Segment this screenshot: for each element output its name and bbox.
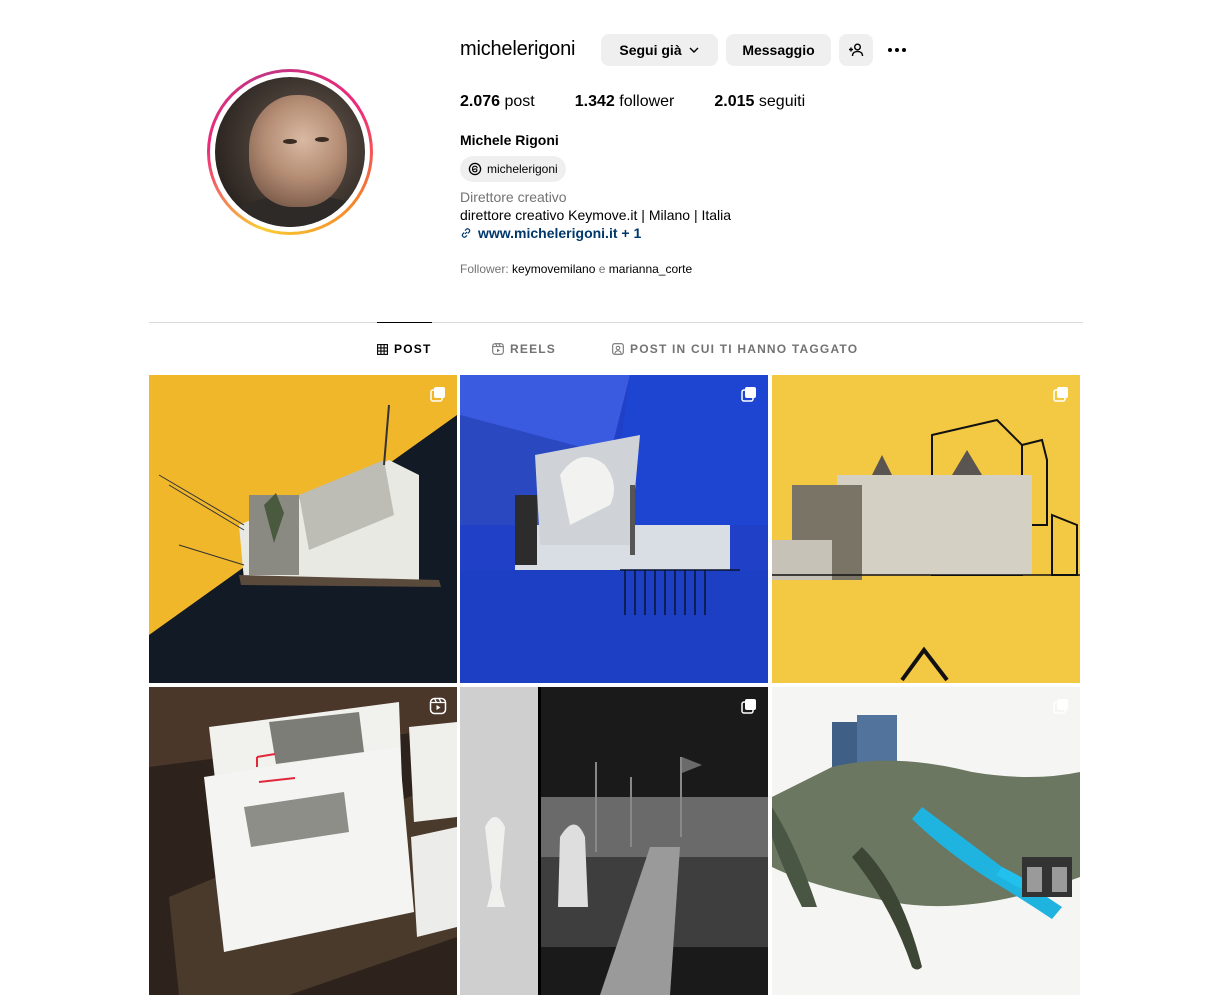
profile-bio: direttore creativo Keymove.it | Milano |… bbox=[460, 207, 732, 223]
carousel-icon bbox=[1053, 387, 1068, 402]
following-stat[interactable]: 2.015 seguiti bbox=[714, 93, 805, 111]
post-image bbox=[149, 687, 457, 995]
followed-by-user[interactable]: marianna_corte bbox=[609, 262, 692, 276]
carousel-icon bbox=[741, 699, 756, 714]
post-image bbox=[460, 687, 768, 995]
avatar-eye bbox=[283, 139, 297, 144]
reel-icon bbox=[429, 697, 447, 715]
carousel-icon bbox=[1053, 699, 1068, 714]
post-image bbox=[460, 375, 768, 683]
suggested-users-button[interactable] bbox=[839, 34, 873, 66]
profile-link[interactable]: www.michelerigoni.it + 1 bbox=[460, 225, 641, 241]
posts-stat: 2.076 post bbox=[460, 93, 535, 111]
post-image bbox=[149, 375, 457, 683]
tab-reels-label: REELS bbox=[510, 342, 557, 356]
post-thumbnail[interactable] bbox=[460, 375, 768, 683]
tabs-divider bbox=[149, 322, 1083, 323]
followed-by-prefix: Follower: bbox=[460, 262, 509, 276]
post-thumbnail[interactable] bbox=[149, 687, 457, 995]
profile-stats: 2.076 post 1.342 follower 2.015 seguiti bbox=[460, 93, 845, 111]
profile-username: michelerigoni bbox=[460, 38, 576, 60]
tab-tagged[interactable]: POST IN CUI TI HANNO TAGGATO bbox=[612, 342, 858, 356]
chevron-down-icon bbox=[689, 47, 699, 53]
post-image bbox=[772, 687, 1080, 995]
link-icon bbox=[461, 228, 471, 238]
followed-by-user[interactable]: keymovemilano bbox=[512, 262, 595, 276]
avatar-face bbox=[249, 95, 347, 207]
following-button[interactable]: Segui già bbox=[601, 34, 718, 66]
active-tab-indicator bbox=[377, 322, 432, 323]
threads-icon bbox=[468, 162, 482, 176]
message-button[interactable]: Messaggio bbox=[726, 34, 831, 66]
followers-count: 1.342 bbox=[574, 93, 615, 110]
followers-label: follower bbox=[619, 93, 675, 110]
tagged-icon bbox=[612, 343, 624, 355]
carousel-icon bbox=[741, 387, 756, 402]
tab-reels[interactable]: REELS bbox=[492, 342, 556, 356]
reels-icon bbox=[492, 343, 504, 355]
threads-badge[interactable]: michelerigoni bbox=[460, 156, 566, 182]
profile-avatar-ring[interactable] bbox=[207, 69, 373, 235]
following-label: seguiti bbox=[758, 93, 806, 110]
avatar[interactable] bbox=[215, 77, 365, 227]
carousel-icon bbox=[430, 387, 445, 402]
avatar-frame bbox=[210, 72, 370, 232]
avatar-eye bbox=[315, 137, 329, 142]
threads-handle: michelerigoni bbox=[487, 162, 558, 176]
posts-count: 2.076 bbox=[460, 93, 501, 110]
following-button-label: Segui già bbox=[619, 42, 682, 58]
add-person-icon bbox=[849, 43, 864, 57]
message-button-label: Messaggio bbox=[742, 42, 815, 58]
following-count: 2.015 bbox=[714, 93, 755, 110]
tab-posts[interactable]: POST bbox=[377, 342, 431, 356]
profile-category: Direttore creativo bbox=[460, 189, 567, 205]
post-thumbnail[interactable] bbox=[772, 375, 1080, 683]
followed-by-and: e bbox=[598, 262, 606, 276]
followers-stat[interactable]: 1.342 follower bbox=[575, 93, 675, 111]
tab-tagged-label: POST IN CUI TI HANNO TAGGATO bbox=[630, 342, 859, 356]
tab-posts-label: POST bbox=[394, 342, 432, 356]
grid-icon bbox=[377, 343, 388, 355]
post-thumbnail[interactable] bbox=[149, 375, 457, 683]
profile-link-text: www.michelerigoni.it + 1 bbox=[478, 225, 642, 241]
followed-by[interactable]: Follower: keymovemilano e marianna_corte bbox=[460, 262, 692, 276]
post-thumbnail[interactable] bbox=[772, 687, 1080, 995]
more-options-icon bbox=[888, 48, 906, 52]
posts-label: post bbox=[504, 93, 535, 110]
post-thumbnail[interactable] bbox=[460, 687, 768, 995]
more-options-button[interactable] bbox=[882, 34, 912, 66]
profile-full-name: Michele Rigoni bbox=[460, 132, 559, 148]
post-image bbox=[772, 375, 1080, 683]
